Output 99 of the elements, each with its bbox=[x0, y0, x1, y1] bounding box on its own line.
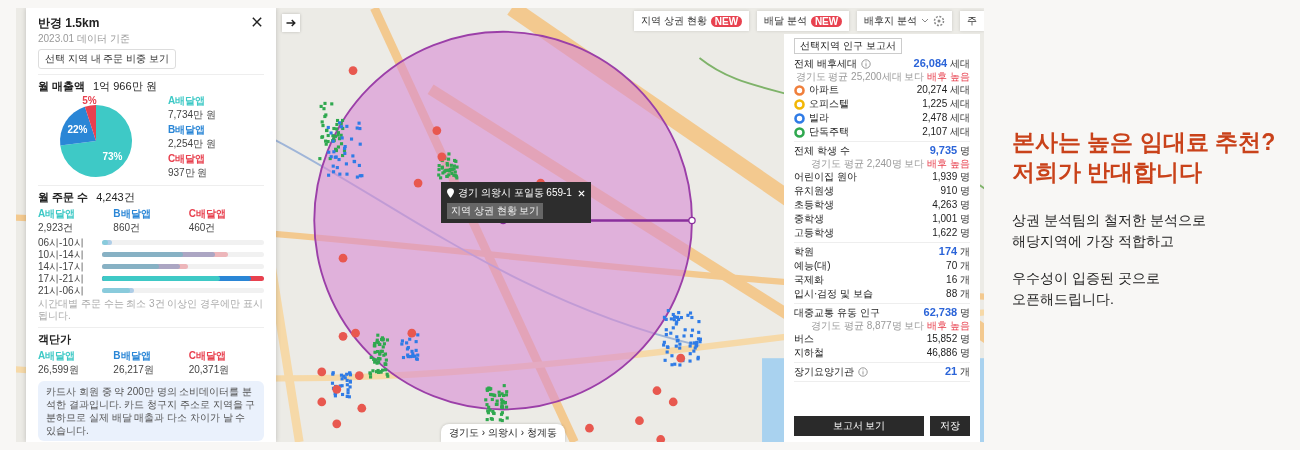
stat-label: 고등학생 bbox=[794, 226, 834, 240]
app-name: C배달앱 bbox=[188, 349, 227, 363]
app-value: 20,371원 bbox=[188, 363, 231, 377]
app-value: 2,923건 bbox=[38, 221, 75, 235]
pie-label: 22% bbox=[67, 124, 88, 136]
stat-label: 빌라 bbox=[809, 111, 829, 125]
legend-name: A배달앱 bbox=[168, 94, 207, 108]
action-button[interactable]: 저장 bbox=[930, 416, 970, 436]
headline: 본사는 높은 임대료 추천? bbox=[1012, 128, 1276, 157]
comparison-note: 경기도 평균 8,877명 보다 배후 높음 bbox=[810, 320, 970, 332]
pie-label: 5% bbox=[82, 96, 97, 106]
app-value: 26,599원 bbox=[38, 363, 80, 377]
stat-value: 9,735 명 bbox=[929, 144, 970, 158]
stat-value: 88 개 bbox=[946, 287, 970, 301]
settings-icon[interactable] bbox=[933, 15, 945, 27]
pie-label: 73% bbox=[102, 150, 123, 162]
stat-value: 62,738 명 bbox=[923, 306, 970, 320]
stat-value: 2,478 세대 bbox=[922, 111, 970, 125]
toggle-button[interactable]: 선택 지역 내 주문 비중 보기 bbox=[38, 49, 176, 69]
report-tab[interactable]: 선택지역 인구 보고서 bbox=[794, 38, 902, 54]
stat-value: 15,852 명 bbox=[926, 332, 970, 346]
breadcrumb: 경기도 › 의왕시 › 청계동 bbox=[441, 424, 565, 442]
stat-label: 전체 배후세대 bbox=[794, 57, 857, 71]
stat-label: 버스 bbox=[794, 332, 814, 346]
stat-label: 전체 학생 수 bbox=[794, 144, 850, 158]
app-value: 460건 bbox=[188, 221, 217, 235]
time-label: 17시-21시 bbox=[38, 272, 85, 286]
close-icon[interactable] bbox=[578, 189, 585, 197]
stat-value: 1,001 명 bbox=[932, 212, 970, 226]
stat-label: 예능(대) bbox=[794, 259, 831, 273]
action-button[interactable]: 보고서 보기 bbox=[794, 416, 924, 436]
stat-label: 장기요양기관 bbox=[794, 365, 854, 379]
date-text: 2023.01 데이터 기준 bbox=[38, 32, 130, 46]
close-icon[interactable] bbox=[250, 15, 264, 29]
body-text: 우수성이 입증된 곳으로 bbox=[1012, 268, 1161, 288]
toolbar-tab[interactable]: 배달 분석 NEW bbox=[757, 11, 850, 31]
stat-value: 21 개 bbox=[944, 365, 970, 379]
headline: 저희가 반대합니다 bbox=[1012, 157, 1204, 187]
stat-value: 46,886 명 bbox=[926, 346, 970, 360]
app-name: B배달앱 bbox=[113, 349, 152, 363]
app-name: C배달앱 bbox=[188, 207, 227, 221]
toolbar-tab[interactable]: 지역 상권 현황 NEW bbox=[634, 11, 750, 31]
stat-label: 중학생 bbox=[794, 212, 824, 226]
section-title: 객단가 bbox=[38, 332, 71, 347]
stat-value: 1,225 세대 bbox=[922, 97, 970, 111]
tooltip-button[interactable]: 지역 상권 현황 보기 bbox=[447, 203, 544, 219]
body-text: 오픈해드립니다. bbox=[1012, 289, 1115, 309]
stat-label: 어린이집 원아 bbox=[794, 170, 857, 184]
stat-label: 학원 bbox=[794, 245, 814, 259]
section-total: 4,243건 bbox=[96, 190, 135, 205]
app-value: 860건 bbox=[113, 221, 141, 235]
toolbar-tab[interactable]: 배후지 분석 bbox=[857, 11, 952, 31]
legend-name: C배달앱 bbox=[168, 152, 207, 166]
pin-icon bbox=[447, 188, 454, 198]
stat-value: 174 개 bbox=[938, 245, 970, 259]
panel-title: 반경 1.5km bbox=[38, 15, 101, 32]
stat-value: 70 개 bbox=[946, 259, 970, 273]
stat-value: 16 개 bbox=[946, 273, 970, 287]
info-box: 카드사 회원 중 약 200만 명의 소비데이터를 분석한 결과입니다. 카드 청구지 주소로 지역을 구분하므로 실제 배달 매출과 다소 차이가 날 수 있습니다. bbox=[38, 381, 264, 441]
stat-label: 단독주택 bbox=[809, 125, 849, 139]
app-name: A배달앱 bbox=[38, 207, 77, 221]
new-badge: NEW bbox=[710, 15, 743, 27]
stat-label: 지하철 bbox=[794, 346, 824, 360]
stat-label: 초등학생 bbox=[794, 198, 834, 212]
time-label: 06시-10시 bbox=[38, 235, 85, 250]
new-badge: NEW bbox=[810, 15, 843, 27]
stat-value: 20,274 세대 bbox=[916, 83, 970, 97]
comparison-note: 경기도 평균 2,240명 보다 배후 높음 bbox=[810, 158, 970, 170]
stat-label: 대중교통 유동 인구 bbox=[794, 306, 880, 320]
section-title: 월 주문 수 bbox=[38, 190, 89, 205]
time-label: 21시-06시 bbox=[38, 284, 85, 298]
legend-amount: 2,254만 원 bbox=[168, 137, 216, 151]
stat-value: 26,084 세대 bbox=[913, 57, 970, 71]
body-text: 상권 분석팀의 철저한 분석으로 bbox=[1012, 210, 1207, 230]
toolbar-tab[interactable]: 주 bbox=[960, 11, 984, 31]
legend-name: B배달앱 bbox=[168, 123, 207, 137]
stat-label: 아파트 bbox=[809, 83, 839, 97]
comparison-note: 경기도 평균 25,200세대 보다 배후 높음 bbox=[794, 71, 970, 83]
stat-value: 1,939 명 bbox=[932, 170, 970, 184]
section-title: 월 매출액 bbox=[38, 79, 86, 94]
stat-label: 입시·검정 및 보습 bbox=[794, 287, 873, 301]
stat-label: 국제화 bbox=[794, 273, 824, 287]
legend-amount: 7,734만 원 bbox=[168, 108, 216, 122]
app-name: A배달앱 bbox=[38, 349, 77, 363]
stat-label: 오피스텔 bbox=[809, 97, 849, 111]
body-text: 해당지역에 가장 적합하고 bbox=[1012, 231, 1175, 251]
address-text: 경기 의왕시 포일동 659-1 bbox=[458, 186, 572, 200]
stat-value: 2,107 세대 bbox=[922, 125, 970, 139]
note-text: 시간대별 주문 수는 최소 3건 이상인 경우에만 표시됩니다. bbox=[38, 298, 264, 322]
section-total: 1억 966만 원 bbox=[93, 79, 157, 94]
stat-value: 910 명 bbox=[940, 184, 970, 198]
time-label: 14시-17시 bbox=[38, 260, 85, 274]
stat-label: 유치원생 bbox=[794, 184, 834, 198]
time-label: 10시-14시 bbox=[38, 248, 85, 262]
app-name: B배달앱 bbox=[113, 207, 152, 221]
stat-value: 1,622 명 bbox=[932, 226, 970, 240]
stat-value: 4,263 명 bbox=[932, 198, 970, 212]
legend-amount: 937만 원 bbox=[168, 166, 209, 180]
app-value: 26,217원 bbox=[113, 363, 155, 377]
